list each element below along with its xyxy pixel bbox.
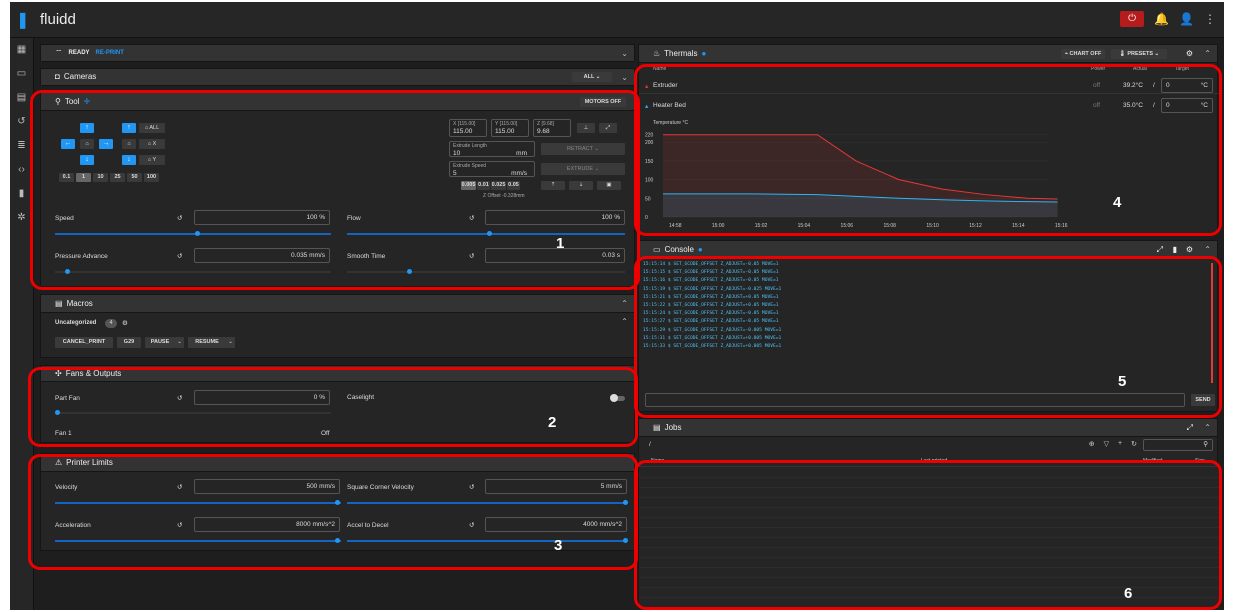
annotation-box	[634, 460, 1222, 610]
chevron-down-icon[interactable]: ⌄	[621, 69, 628, 87]
add-folder-icon[interactable]: ⊕	[1089, 440, 1095, 448]
jobs-path: /	[649, 441, 651, 448]
status-card: ⌔ READY RE-PRINT ⌄	[40, 44, 635, 63]
thermals-title: Thermals	[664, 48, 698, 58]
macro-group-label: Uncategorized	[55, 320, 97, 326]
filter-icon[interactable]: ▽	[1104, 440, 1109, 448]
macro-button-resume[interactable]: RESUME	[188, 337, 226, 348]
chevron-down-icon[interactable]: ⌄	[226, 337, 235, 348]
cameras-card: ◘ Cameras ALL ⌄ ⌄	[40, 68, 635, 87]
presets-button[interactable]: 🌡 PRESETS ⌄	[1111, 49, 1167, 59]
more-menu-icon[interactable]: ⋮	[1204, 12, 1216, 26]
macro-button-g29[interactable]: G29	[117, 337, 141, 348]
refresh-icon[interactable]: ↻	[1131, 440, 1137, 448]
reprint-button[interactable]: RE-PRINT	[96, 44, 124, 62]
status-ready: READY	[68, 50, 90, 56]
fluidd-app: ❚ fluidd ⏻ 🔔 👤 ⋮ ▦ ▭ ▤ ↺ ≣ ‹› ▮ ✲ ⌔ READ…	[10, 2, 1224, 610]
fluidd-logo-icon[interactable]: ❚	[16, 10, 29, 30]
chevron-up-icon[interactable]: ⌃	[1204, 45, 1211, 63]
jobs-icon: ▤	[653, 422, 661, 432]
app-title: fluidd	[40, 11, 76, 28]
chart-off-label: CHART OFF	[1069, 51, 1102, 57]
macro-button-pause[interactable]: PAUSE	[145, 337, 175, 348]
settings-icon[interactable]: ⚙	[1186, 45, 1193, 63]
thermometer-icon: ♨	[653, 48, 661, 58]
wifi-icon: ⌔	[55, 48, 63, 57]
annotation-number: 3	[554, 537, 563, 554]
chart-off-button[interactable]: ⌁ CHART OFF	[1061, 49, 1105, 59]
macros-card: ▤ Macros ⌃ Uncategorized 4 ⚙ ⌃ CANCEL_PR…	[40, 294, 635, 358]
notifications-icon[interactable]: 🔔	[1154, 12, 1169, 26]
top-bar: ❚ fluidd ⏻ 🔔 👤 ⋮	[10, 2, 1224, 38]
macros-title: Macros	[66, 298, 93, 308]
cameras-all-label: ALL	[583, 74, 595, 80]
jobs-search-input[interactable]: ⚲	[1143, 439, 1213, 451]
annotation-box	[634, 64, 1222, 236]
annotation-box	[28, 454, 638, 570]
cameras-all-button[interactable]: ALL ⌄	[572, 72, 612, 82]
macro-count-badge: 4	[105, 319, 117, 328]
annotation-box	[28, 367, 638, 447]
presets-label: PRESETS	[1127, 51, 1154, 57]
chevron-up-icon[interactable]: ⌃	[621, 317, 628, 326]
macros-icon: ▤	[55, 298, 63, 308]
user-icon[interactable]: 👤	[1179, 12, 1194, 26]
annotation-box	[30, 90, 640, 290]
camera-icon: ◘	[55, 72, 60, 81]
expand-icon[interactable]: ⤢	[1187, 419, 1193, 437]
emergency-stop-icon[interactable]: ⏻	[1120, 11, 1145, 27]
macro-button-cancel-print[interactable]: CANCEL_PRINT	[55, 337, 113, 348]
annotation-box	[634, 256, 1222, 418]
dashboard-icon[interactable]: ▦	[10, 38, 33, 62]
annotation-number: 6	[1124, 585, 1133, 602]
annotation-number: 2	[548, 414, 557, 431]
cameras-title: Cameras	[63, 72, 97, 81]
annotation-number: 5	[1118, 373, 1127, 390]
chevron-up-icon[interactable]: ⌃	[621, 295, 628, 313]
chevron-down-icon[interactable]: ⌄	[621, 45, 628, 63]
jobs-title: Jobs	[664, 422, 682, 432]
annotation-number: 1	[556, 235, 565, 252]
macro-settings-icon[interactable]: ⚙	[122, 319, 128, 327]
chevron-up-icon[interactable]: ⌃	[1204, 419, 1211, 437]
annotation-number: 4	[1113, 194, 1122, 211]
console-nav-icon[interactable]: ▭	[10, 62, 33, 86]
info-dot-icon: ●	[701, 48, 707, 58]
add-icon[interactable]: +	[1118, 440, 1122, 448]
search-icon: ⚲	[1203, 441, 1208, 448]
chevron-down-icon[interactable]: ⌄	[175, 337, 184, 348]
